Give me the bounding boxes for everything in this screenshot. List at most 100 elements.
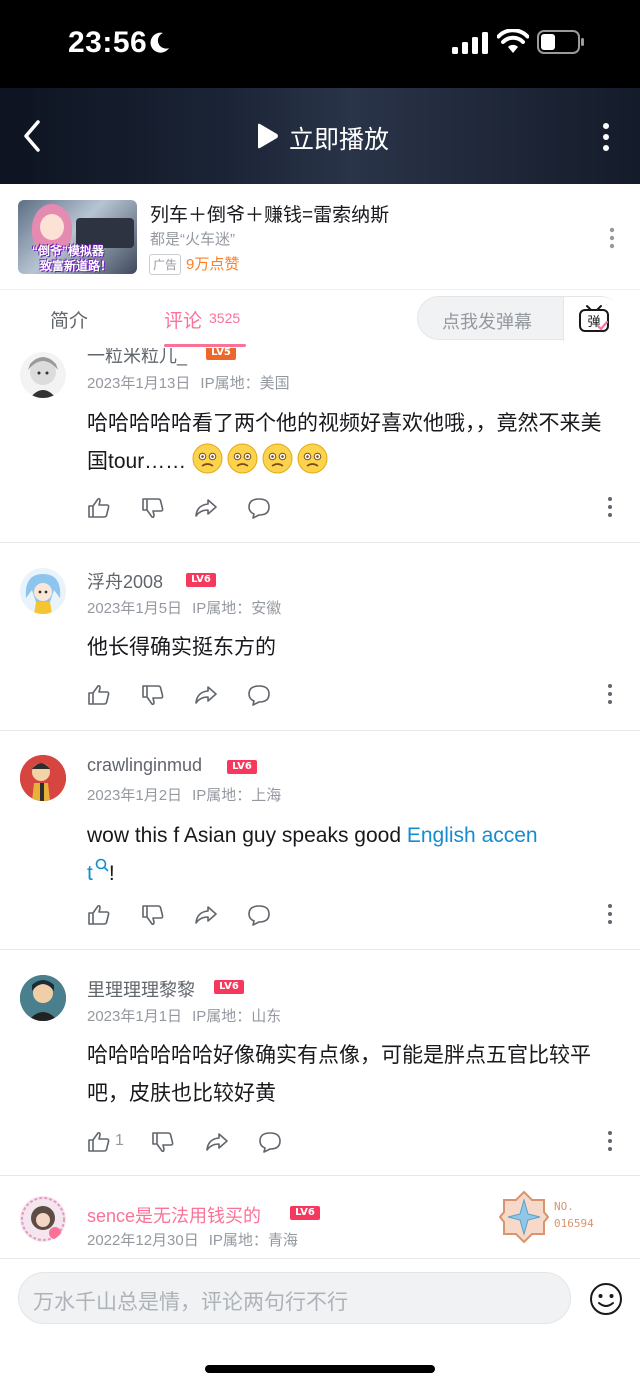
comment-meta: 2023年1月5日 IP属地：安徽 <box>87 597 281 618</box>
like-icon[interactable] <box>87 903 111 927</box>
comment-text: 他长得确实挺东方的 <box>87 636 276 659</box>
reply-icon[interactable] <box>258 1130 282 1154</box>
dislike-icon[interactable] <box>151 1130 175 1154</box>
search-link[interactable]: t <box>87 862 93 885</box>
dislike-icon[interactable] <box>141 496 165 520</box>
comment-ip: IP属地：山东 <box>192 1008 282 1025</box>
tab-active-indicator <box>164 344 246 347</box>
comment-meta: 2023年1月2日 IP属地：上海 <box>87 784 281 805</box>
level-badge: LV6 <box>214 980 244 994</box>
comment-text: 哈哈哈哈哈看了两个他的视频好喜欢他哦，，竟然不来美国tour…… <box>87 405 612 481</box>
comment-username[interactable]: crawlinginmud <box>87 755 202 776</box>
comment-date: 2023年1月1日 <box>87 1008 183 1025</box>
avatar[interactable] <box>20 755 66 801</box>
search-icon[interactable] <box>95 858 109 872</box>
tab-bar: 简介 评论 3525 点我发弹幕 弹 <box>0 290 640 348</box>
ad-more-icon[interactable] <box>605 226 619 250</box>
comment-username[interactable]: 一粒米粒儿_ <box>87 348 187 368</box>
sad-face-emoji-icon <box>192 443 223 474</box>
comment-item: 一粒米粒儿_ LV5 2023年1月13日 IP属地：美国 哈哈哈哈哈看了两个他的… <box>0 348 640 543</box>
comment-text: 哈哈哈哈哈哈好像确实有点像，可能是胖点五官比较平吧，皮肤也比较好黄 <box>87 1044 591 1105</box>
wifi-icon <box>497 29 529 53</box>
comment-more-icon[interactable] <box>604 1130 616 1152</box>
play-icon[interactable] <box>254 123 280 149</box>
comment-ip: IP属地：美国 <box>200 375 290 392</box>
fan-badge-icon <box>498 1190 550 1244</box>
reply-icon[interactable] <box>247 683 271 707</box>
comment-meta: 2023年1月1日 IP属地：山东 <box>87 1005 281 1026</box>
ad-likes: 9万点赞 <box>186 256 240 273</box>
comment-username[interactable]: 里理理理黎黎 <box>87 976 195 1002</box>
avatar[interactable] <box>20 568 66 614</box>
level-badge: LV6 <box>290 1206 320 1220</box>
comment-ip: IP属地：青海 <box>208 1232 298 1249</box>
comment-item: 里理理理黎黎 LV6 2023年1月1日 IP属地：山东 哈哈哈哈哈哈好像确实有点… <box>0 950 640 1176</box>
comment-username[interactable]: 浮舟2008 <box>87 568 163 594</box>
back-icon[interactable] <box>18 118 48 154</box>
play-now-button[interactable]: 立即播放 <box>289 120 389 156</box>
avatar-image <box>25 574 61 614</box>
dislike-icon[interactable] <box>141 683 165 707</box>
more-icon[interactable] <box>596 122 616 152</box>
share-icon[interactable] <box>194 903 218 927</box>
sad-face-emoji-icon <box>227 443 258 474</box>
reply-icon[interactable] <box>247 496 271 520</box>
comment-date: 2023年1月2日 <box>87 787 183 804</box>
comment-actions <box>87 683 287 711</box>
player-header: 立即播放 <box>0 88 640 184</box>
avatar-image <box>20 755 66 801</box>
comment-date: 2023年1月13日 <box>87 375 191 392</box>
comment-text-content: ! <box>108 862 115 885</box>
ad-card[interactable]: “倒爷”模拟器 致富新道路！ 列车＋倒爷＋赚钱=雷索纳斯 都是“火车迷” 广告 … <box>0 184 640 290</box>
danmaku-input[interactable]: 点我发弹幕 弹 <box>417 296 623 341</box>
comment-more-icon[interactable] <box>604 903 616 925</box>
fan-badge[interactable]: NO. 016594 <box>498 1190 602 1244</box>
comment-meta: 2023年1月13日 IP属地：美国 <box>87 372 290 393</box>
like-icon[interactable] <box>87 1130 111 1154</box>
share-icon[interactable] <box>194 683 218 707</box>
signal-icon <box>452 32 488 54</box>
ad-subtitle: 都是“火车迷” <box>150 231 235 248</box>
danmaku-button[interactable]: 弹 <box>563 297 623 341</box>
tab-comments-count: 3525 <box>209 310 241 326</box>
comment-actions <box>87 903 287 931</box>
comment-item: 浮舟2008 LV6 2023年1月5日 IP属地：安徽 他长得确实挺东方的 <box>0 543 640 731</box>
comment-date: 2022年12月30日 <box>87 1232 199 1249</box>
comment-list[interactable]: 一粒米粒儿_ LV5 2023年1月13日 IP属地：美国 哈哈哈哈哈看了两个他的… <box>0 348 640 1258</box>
tab-intro[interactable]: 简介 <box>50 306 88 333</box>
comment-item: sence是无法用钱买的 LV6 2022年12月30日 IP属地：青海 NO. … <box>0 1176 640 1258</box>
like-count: 1 <box>115 1132 124 1149</box>
comment-ip: IP属地：上海 <box>192 787 282 804</box>
like-icon[interactable] <box>87 683 111 707</box>
ad-thumb-caption-2: 致富新道路！ <box>40 259 113 273</box>
comment-ip: IP属地：安徽 <box>192 600 282 617</box>
tab-comments[interactable]: 评论 <box>164 306 202 333</box>
avatar-image <box>28 357 58 398</box>
status-time: 23:56 <box>68 26 148 59</box>
comment-input[interactable]: 万水千山总是情，评论两句行不行 <box>18 1272 571 1324</box>
moon-icon <box>150 32 169 53</box>
level-badge: LV5 <box>206 348 236 360</box>
ad-tag: 广告 <box>149 254 182 275</box>
comment-more-icon[interactable] <box>604 496 616 518</box>
search-link[interactable]: English accen <box>407 824 538 847</box>
dislike-icon[interactable] <box>141 903 165 927</box>
share-icon[interactable] <box>205 1130 229 1154</box>
comment-username[interactable]: sence是无法用钱买的 <box>87 1202 261 1228</box>
share-icon[interactable] <box>194 496 218 520</box>
bottom-bar: 万水千山总是情，评论两句行不行 <box>0 1258 640 1387</box>
emoji-icon[interactable] <box>589 1282 623 1316</box>
comment-more-icon[interactable] <box>604 683 616 705</box>
character-face <box>40 214 64 240</box>
ad-title[interactable]: 列车＋倒爷＋赚钱=雷索纳斯 <box>150 200 389 227</box>
like-icon[interactable] <box>87 496 111 520</box>
level-badge: LV6 <box>227 760 257 774</box>
level-badge: LV6 <box>186 573 216 587</box>
comment-text-content: wow this f Asian guy speaks good <box>87 824 407 847</box>
avatar[interactable] <box>20 975 66 1021</box>
ad-thumbnail[interactable]: “倒爷”模拟器 致富新道路！ <box>18 200 137 274</box>
reply-icon[interactable] <box>247 903 271 927</box>
avatar[interactable] <box>20 352 66 398</box>
danmaku-icon: 弹 <box>579 305 609 332</box>
avatar[interactable] <box>20 1196 66 1242</box>
